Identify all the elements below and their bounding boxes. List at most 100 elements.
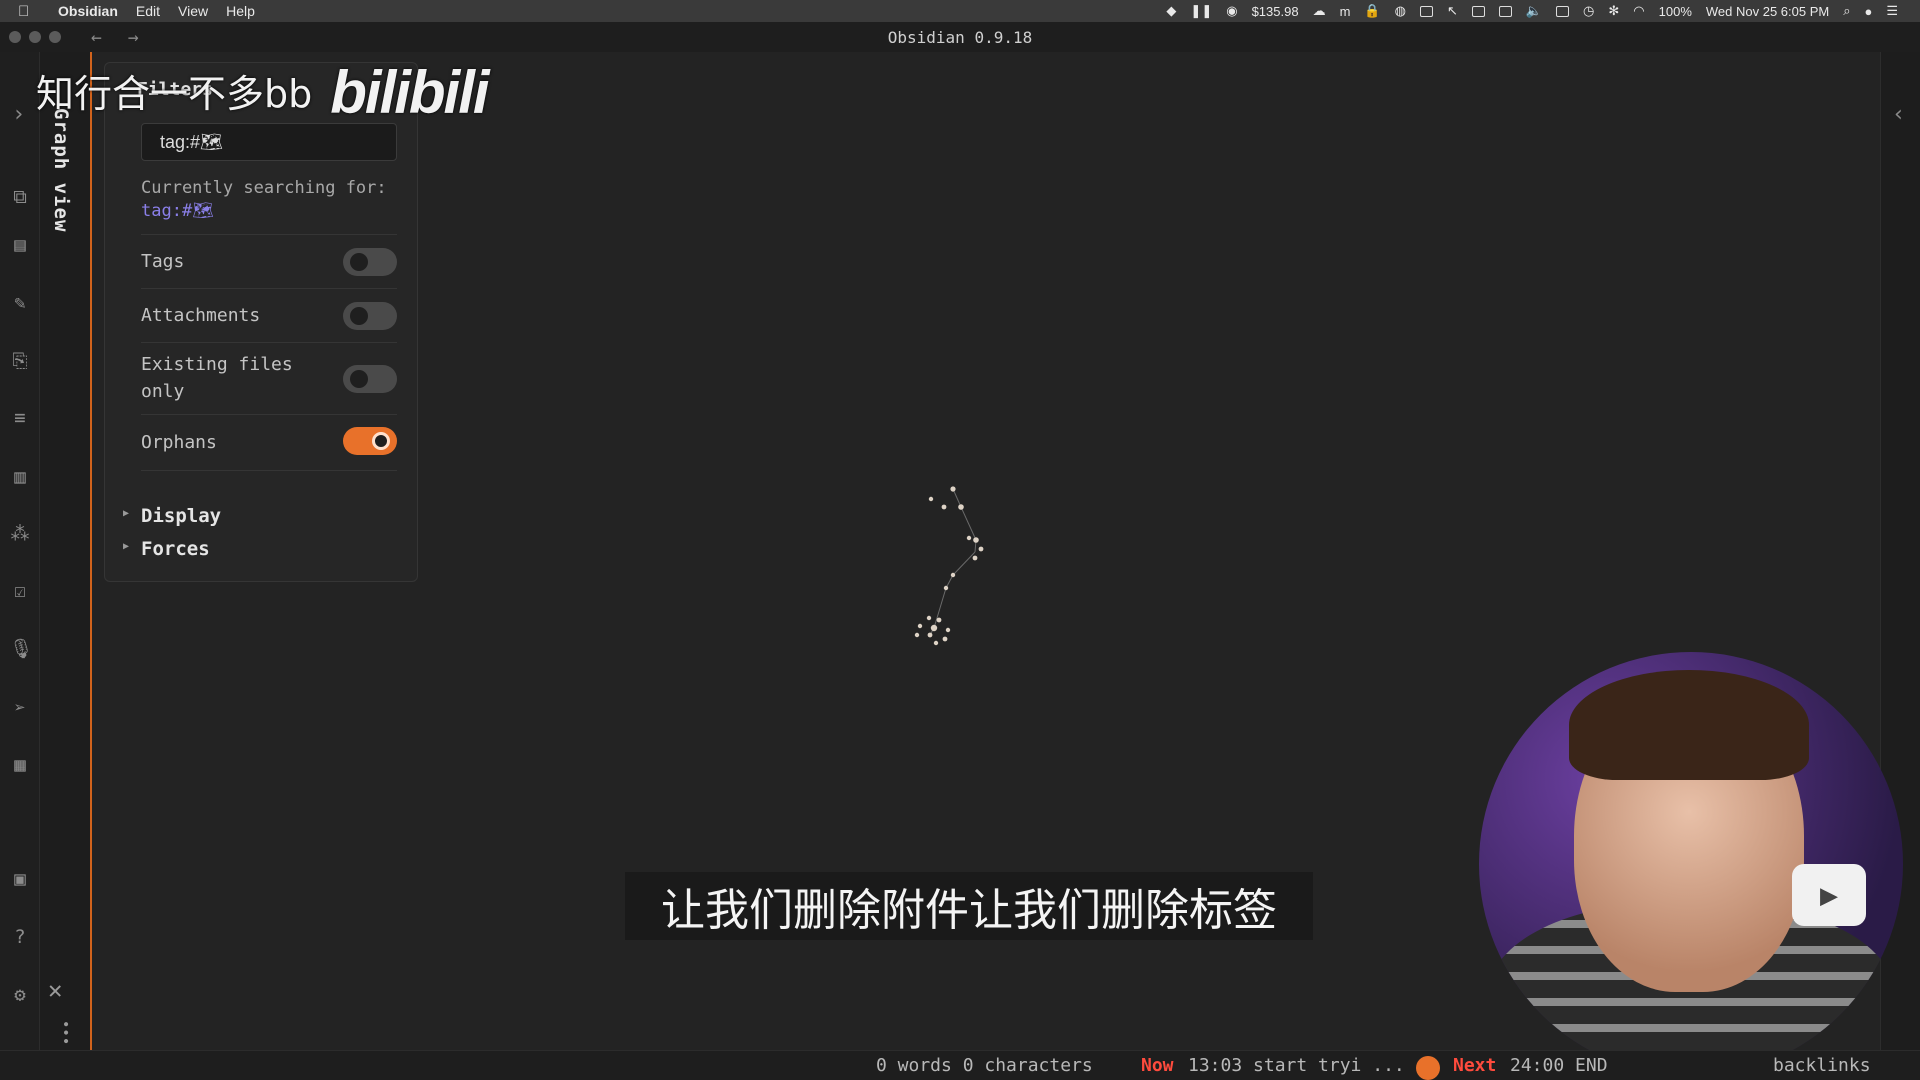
- datetime[interactable]: Wed Nov 25 6:05 PM: [1706, 4, 1829, 19]
- filter-search-input[interactable]: tag:#🗺: [141, 123, 397, 161]
- search-icon[interactable]: ⌕: [1843, 3, 1850, 19]
- graph-node[interactable]: [972, 555, 978, 561]
- window-icon[interactable]: [1471, 5, 1485, 17]
- graph-nodes[interactable]: [914, 486, 984, 646]
- graph-node[interactable]: [950, 572, 956, 578]
- graph-node[interactable]: [942, 636, 948, 642]
- settings-gear-icon[interactable]: ⚙: [9, 984, 31, 1006]
- graph-node[interactable]: [945, 627, 951, 633]
- bluetooth-icon[interactable]: ✻: [1608, 3, 1619, 19]
- macos-menubar:  Obsidian Edit View Help ◆ ❚❚ ◉ $135.98…: [0, 0, 1920, 22]
- volume-icon[interactable]: 🔈: [1526, 3, 1542, 19]
- wifi-icon[interactable]: ◠: [1633, 3, 1644, 19]
- graph-node[interactable]: [928, 496, 934, 502]
- graph-icon[interactable]: ⁂: [9, 523, 31, 545]
- calendar-check-icon[interactable]: ☑: [9, 580, 31, 602]
- list-icon[interactable]: ☰: [1886, 3, 1898, 19]
- copy-icon[interactable]: ⎘: [9, 350, 31, 372]
- graph-node[interactable]: [950, 486, 956, 492]
- send-icon[interactable]: ➢: [9, 697, 31, 719]
- display-section-header[interactable]: ▶ Display: [123, 505, 222, 527]
- graph-node[interactable]: [958, 504, 964, 510]
- document-icon[interactable]: ▥: [9, 466, 31, 488]
- globe-icon[interactable]: ◍: [1395, 3, 1406, 19]
- calendar-icon[interactable]: [1556, 5, 1570, 17]
- m-icon[interactable]: m: [1340, 4, 1351, 19]
- status-icon[interactable]: ◆: [1166, 3, 1176, 19]
- graph-view-tab-title[interactable]: Graph view: [50, 108, 72, 232]
- menu-view[interactable]: View: [178, 3, 208, 19]
- graph-node[interactable]: [936, 617, 942, 623]
- siri-icon[interactable]: ●: [1864, 4, 1872, 19]
- toggle-knob: [350, 307, 368, 325]
- graph-node[interactable]: [966, 535, 972, 541]
- next-label: Next: [1453, 1055, 1497, 1076]
- backlinks-status[interactable]: backlinks: [1773, 1055, 1871, 1076]
- next-task[interactable]: 24:00 END: [1510, 1055, 1608, 1076]
- apple-icon[interactable]: : [18, 3, 40, 20]
- menu-app-name[interactable]: Obsidian: [58, 3, 118, 19]
- graph-node[interactable]: [941, 504, 947, 510]
- now-label: Now: [1141, 1055, 1174, 1076]
- status-bar: 0 words 0 characters Now 13:03 start try…: [0, 1050, 1920, 1080]
- more-options-icon[interactable]: •••: [57, 1020, 73, 1045]
- word-count: 0 words 0 characters: [876, 1055, 1093, 1076]
- open-quick-switcher-icon[interactable]: ⧉: [9, 186, 31, 208]
- graph-node[interactable]: [927, 632, 933, 638]
- graph-node[interactable]: [978, 546, 984, 552]
- bilibili-logo: bilibili: [330, 59, 489, 126]
- webcam-overlay: ▶: [1479, 652, 1903, 1076]
- filter-row-existing-files: Existing files only: [141, 342, 397, 414]
- tags-toggle[interactable]: [343, 248, 397, 276]
- table-icon[interactable]: ▤: [9, 234, 31, 256]
- orphans-toggle[interactable]: [343, 427, 397, 455]
- expand-right-sidebar-icon[interactable]: ‹: [1892, 102, 1905, 127]
- existing-files-label: Existing files only: [141, 351, 293, 405]
- lock-icon[interactable]: 🔒: [1364, 3, 1380, 19]
- help-icon[interactable]: ?: [9, 926, 31, 948]
- tags-label: Tags: [141, 251, 185, 272]
- expand-left-sidebar-icon[interactable]: ›: [12, 102, 25, 127]
- grid-icon[interactable]: ▦: [9, 754, 31, 776]
- bilibili-tv-play-icon: ▶: [1792, 864, 1866, 926]
- divider: [141, 470, 397, 471]
- left-ribbon: ⧉ ▤ ✎ ⎘ ≡ ▥ ⁂ ☑ 🎙 ➢ ▦ ▣ ? ⚙: [0, 52, 40, 1050]
- battery-readout[interactable]: 100%: [1659, 4, 1692, 19]
- graph-node[interactable]: [933, 640, 939, 646]
- cursor-icon[interactable]: ↖: [1447, 3, 1458, 19]
- now-task[interactable]: 13:03 start tryi ...: [1188, 1055, 1405, 1076]
- cloud-icon[interactable]: ☁: [1313, 3, 1326, 19]
- hamburger-icon[interactable]: ≡: [9, 407, 31, 429]
- existing-files-toggle[interactable]: [343, 365, 397, 393]
- display-section-label: Display: [141, 505, 222, 527]
- menubar-status-area: ◆ ❚❚ ◉ $135.98 ☁ m 🔒 ◍ ↖ 🔈 ◷ ✻ ◠ 100% We…: [1166, 3, 1920, 19]
- graph-node[interactable]: [973, 537, 979, 543]
- attachments-label: Attachments: [141, 305, 261, 326]
- menu-edit[interactable]: Edit: [136, 3, 160, 19]
- clock-icon[interactable]: ◷: [1583, 3, 1594, 19]
- graph-node[interactable]: [943, 585, 949, 591]
- keyboard-icon[interactable]: [1498, 5, 1512, 17]
- watermark-text: 知行合一不多bb: [36, 72, 313, 116]
- pause-icon[interactable]: ❚❚: [1190, 3, 1212, 19]
- eye-icon[interactable]: ◉: [1226, 3, 1237, 19]
- graph-edges: [929, 488, 977, 636]
- pomodoro-icon[interactable]: [1416, 1056, 1440, 1080]
- menu-help[interactable]: Help: [226, 3, 255, 19]
- pencil-icon[interactable]: ✎: [9, 292, 31, 314]
- graph-node[interactable]: [917, 623, 923, 629]
- money-readout[interactable]: $135.98: [1252, 4, 1299, 19]
- graph-node[interactable]: [914, 632, 920, 638]
- graph-filters-panel: Filters tag:#🗺 Currently searching for: …: [104, 62, 418, 582]
- microphone-icon[interactable]: 🎙: [9, 638, 33, 660]
- toggle-knob: [350, 370, 368, 388]
- currently-searching-value: tag:#🗺: [141, 201, 214, 221]
- forces-section-header[interactable]: ▶ Forces: [123, 538, 210, 560]
- graph-node[interactable]: [926, 615, 932, 621]
- vault-icon[interactable]: ▣: [9, 868, 31, 890]
- chevron-right-icon: ▶: [123, 541, 130, 552]
- attachments-toggle[interactable]: [343, 302, 397, 330]
- display-icon[interactable]: [1419, 5, 1433, 17]
- graph-node[interactable]: [930, 624, 938, 632]
- close-icon[interactable]: ✕: [48, 976, 62, 1004]
